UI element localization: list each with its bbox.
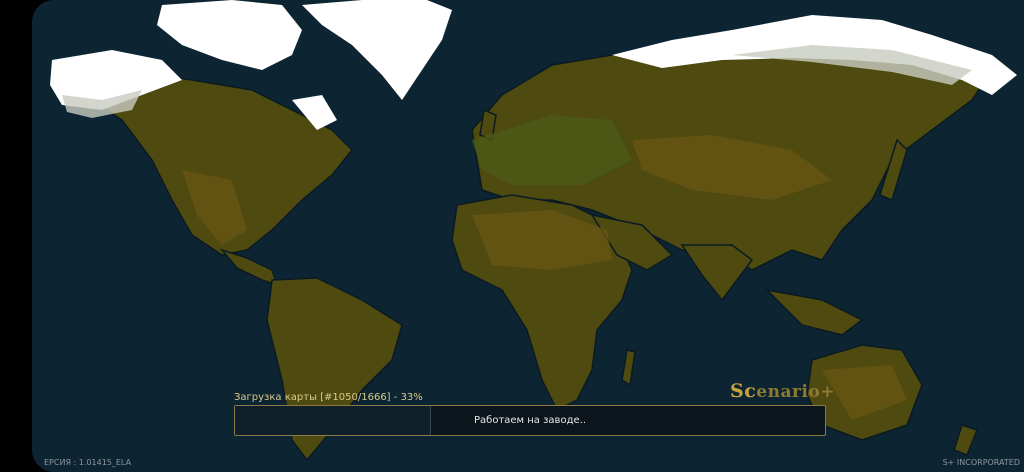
- game-screen: Scenario+: [32, 0, 1024, 472]
- version-label: ЕРСИЯ : 1.01415_ELA: [44, 458, 132, 467]
- company-label: S+ INCORPORATED: [942, 458, 1020, 467]
- loading-progress-bar: Работаем на заводе..: [234, 405, 826, 436]
- land-se-asia: [764, 288, 864, 336]
- land-central-america: [219, 248, 279, 287]
- ice-greenland: [302, 0, 452, 100]
- world-map: [50, 0, 1017, 462]
- scenario-plus-logo: Scenario+: [730, 380, 835, 402]
- map-loading-label: Загрузка карты [#1050/1666] - 33%: [234, 392, 423, 403]
- loading-status-text: Работаем на заводе..: [474, 415, 586, 426]
- land-madagascar: [621, 349, 636, 387]
- ice-canada-arctic: [157, 0, 302, 70]
- loading-percent: 33%: [400, 392, 423, 403]
- land-india: [680, 244, 754, 302]
- land-new-zealand: [953, 424, 978, 456]
